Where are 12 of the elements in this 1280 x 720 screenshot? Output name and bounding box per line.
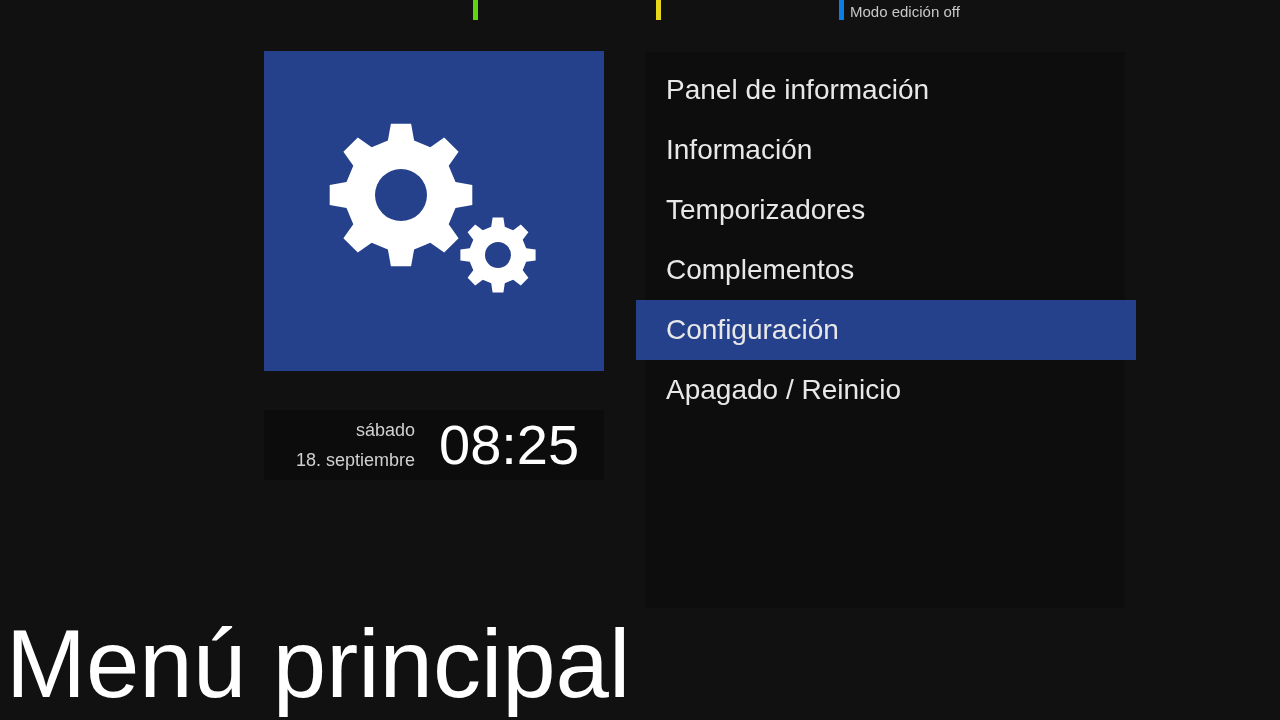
menu-item[interactable]: Información xyxy=(636,120,1136,180)
edit-mode-label: Modo edición off xyxy=(850,2,960,22)
menu-item[interactable]: Temporizadores xyxy=(636,180,1136,240)
menu-item[interactable]: Apagado / Reinicio xyxy=(636,360,1136,420)
menu-item[interactable]: Panel de información xyxy=(636,60,1136,120)
weekday-label: sábado xyxy=(355,419,415,442)
gears-icon xyxy=(329,123,536,293)
date-label: 18. septiembre xyxy=(295,449,415,472)
page-title: Menú principal xyxy=(6,609,631,719)
menu-item[interactable]: Complementos xyxy=(636,240,1136,300)
menu-item[interactable]: Configuración xyxy=(636,300,1136,360)
clock-time: 08:25 xyxy=(439,417,580,473)
